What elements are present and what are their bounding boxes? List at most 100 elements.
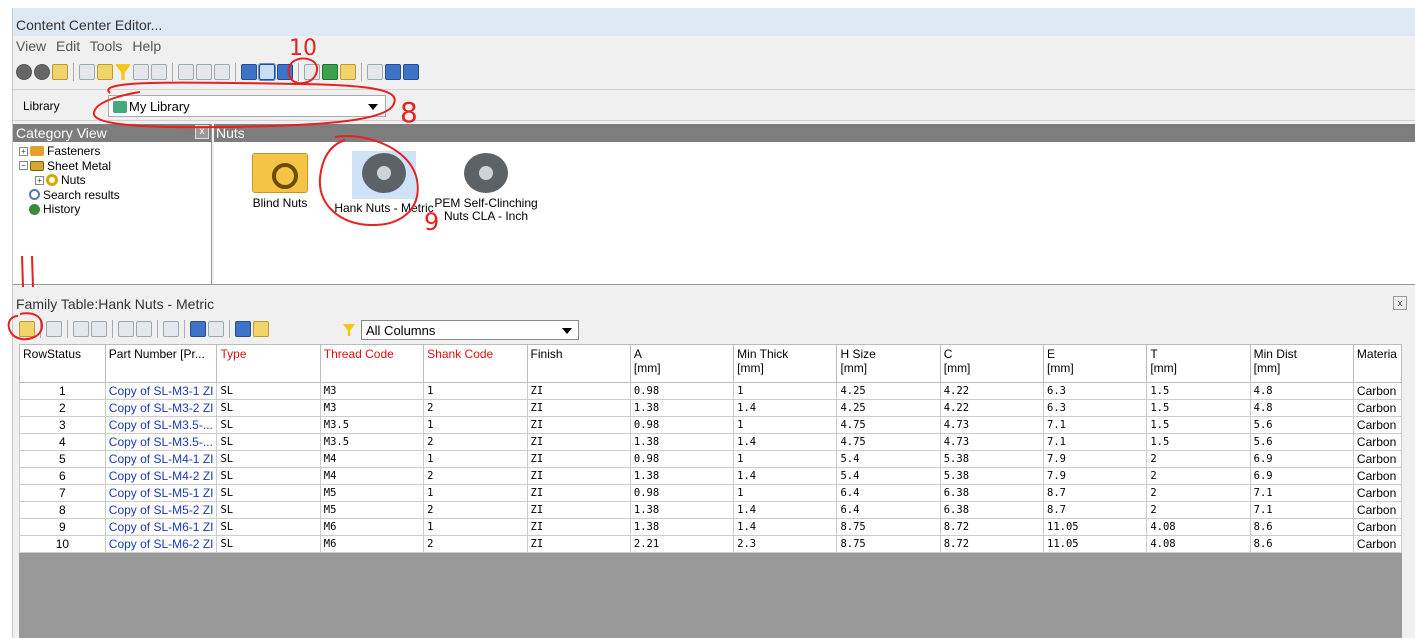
append-row-icon[interactable] [136,321,152,337]
view-list-icon[interactable] [385,64,401,80]
table-cell[interactable]: 6.9 [1249,450,1354,468]
table-cell[interactable]: Copy of SL-M3-2 ZI [104,399,218,417]
view-options-icon[interactable] [367,64,383,80]
table-cell[interactable]: Carbon [1352,501,1402,519]
table-cell[interactable]: 1.5 [1146,416,1251,434]
table-cell[interactable]: 1 [19,382,106,400]
table-cell[interactable]: 2 [19,399,106,417]
table-cell[interactable]: Carbon [1352,450,1402,468]
table-cell[interactable]: 1.5 [1146,433,1251,451]
column-header[interactable]: Part Number [Pr... [104,344,218,383]
table-cell[interactable]: M3.5 [319,433,425,451]
table-cell[interactable]: 6.4 [836,501,941,519]
table-cell[interactable]: 7.1 [1249,501,1354,519]
column-header[interactable]: C [mm] [939,344,1045,383]
table-cell[interactable]: 5.6 [1249,416,1354,434]
table-row[interactable]: 7 Copy of SL-M5-1 ZI SL M5 1 ZI 0.98 1 6.4 6.38 8.… [19,484,1402,502]
column-header[interactable]: Materia [1352,344,1402,383]
table-cell[interactable]: 1.4 [733,433,838,451]
table-cell[interactable]: 2 [1146,467,1251,485]
table-cell[interactable]: 1.5 [1146,382,1251,400]
column-filter-dropdown[interactable]: All Columns [361,320,579,340]
table-cell[interactable]: 1.4 [733,518,838,536]
family-table-icon[interactable] [258,63,276,81]
table-cell[interactable]: SL [216,399,321,417]
family-tile-hank-nuts-metric[interactable]: Hank Nuts - Metric [332,151,436,215]
edit-category-icon[interactable] [196,64,212,80]
table-cell[interactable]: 7.9 [1043,467,1148,485]
table-cell[interactable]: 4.25 [836,399,941,417]
table-cell[interactable]: 2.21 [629,535,735,553]
insert-column-icon[interactable] [73,321,89,337]
table-cell[interactable]: 7.1 [1249,484,1354,502]
table-cell[interactable]: 0.98 [629,382,735,400]
tree-item-fasteners[interactable]: + Fasteners [19,144,211,159]
new-category-icon[interactable] [178,64,194,80]
filter-dropdown-icon[interactable] [133,64,149,80]
table-cell[interactable]: SL [216,535,321,553]
table-cell[interactable]: 0.98 [629,450,735,468]
library-dropdown[interactable]: My Library [108,95,386,117]
table-cell[interactable]: 4.75 [836,433,941,451]
insert-row-icon[interactable] [118,321,134,337]
table-cell[interactable]: 1 [733,484,838,502]
table-cell[interactable]: 2 [423,433,528,451]
table-cell[interactable]: Copy of SL-M3-1 ZI [104,382,218,400]
back-icon[interactable] [16,64,32,80]
table-row[interactable]: 1 Copy of SL-M3-1 ZI SL M3 1 ZI 0.98 1 4.25 4.22 6… [19,382,1402,400]
table-cell[interactable]: 1 [733,382,838,400]
table-cell[interactable]: 8.7 [1043,501,1148,519]
column-header[interactable]: Thread Code [319,344,425,383]
table-row[interactable]: 3 Copy of SL-M3.5-... SL M3.5 1 ZI 0.98 1 4.75 4.… [19,416,1402,434]
table-cell[interactable]: 1.38 [629,501,735,519]
table-cell[interactable]: M4 [319,467,425,485]
table-cell[interactable]: 1.38 [629,399,735,417]
sort-icon[interactable] [46,321,62,337]
table-cell[interactable]: Copy of SL-M3.5-... [104,433,218,451]
table-cell[interactable]: ZI [526,501,631,519]
tree-item-sheet-metal[interactable]: − Sheet Metal [19,159,211,174]
table-cell[interactable]: 6.38 [939,501,1045,519]
family-tile-pem-self-clinching[interactable]: PEM Self-Clinching Nuts CLA - Inch [434,153,538,223]
table-cell[interactable]: SL [216,450,321,468]
table-cell[interactable]: ZI [526,467,631,485]
table-cell[interactable]: Carbon [1352,416,1402,434]
table-cell[interactable]: M3 [319,382,425,400]
table-cell[interactable]: 4.73 [939,433,1045,451]
table-cell[interactable]: 1.5 [1146,399,1251,417]
table-cell[interactable]: 1 [423,450,528,468]
table-cell[interactable]: ZI [526,416,631,434]
close-icon[interactable]: x [1393,296,1407,310]
table-cell[interactable]: 1.4 [733,399,838,417]
delete-icon[interactable] [214,64,230,80]
table-cell[interactable]: SL [216,416,321,434]
table-cell[interactable]: M5 [319,501,425,519]
table-cell[interactable]: 0.98 [629,416,735,434]
table-cell[interactable]: SL [216,518,321,536]
table-cell[interactable]: 4.73 [939,416,1045,434]
table-cell[interactable]: 5.4 [836,450,941,468]
table-cell[interactable]: 1 [423,416,528,434]
column-header[interactable]: Type [216,344,321,383]
forward-icon[interactable] [34,64,50,80]
table-cell[interactable]: 2.3 [733,535,838,553]
table-row[interactable]: 2 Copy of SL-M3-2 ZI SL M3 2 ZI 1.38 1.4 4.25 4.2… [19,399,1402,417]
table-cell[interactable]: 6.4 [836,484,941,502]
table-cell[interactable]: M3.5 [319,416,425,434]
family-tile-blind-nuts[interactable]: Blind Nuts [228,153,332,210]
table-cell[interactable]: Copy of SL-M3.5-... [104,416,218,434]
menu-edit[interactable]: Edit [56,38,80,54]
table-cell[interactable]: 8.75 [836,535,941,553]
table-cell[interactable]: 6.3 [1043,399,1148,417]
table-cell[interactable]: 1 [423,382,528,400]
table-cell[interactable]: 5.38 [939,467,1045,485]
table-cell[interactable]: 6.38 [939,484,1045,502]
table-cell[interactable]: M3 [319,399,425,417]
table-cell[interactable]: 1 [733,450,838,468]
table-cell[interactable]: 0.98 [629,484,735,502]
table-cell[interactable]: 4.08 [1146,518,1251,536]
table-cell[interactable]: 1.38 [629,518,735,536]
table-cell[interactable]: 4.8 [1249,399,1354,417]
table-cell[interactable]: 8.7 [1043,484,1148,502]
filter-icon[interactable] [115,64,131,80]
